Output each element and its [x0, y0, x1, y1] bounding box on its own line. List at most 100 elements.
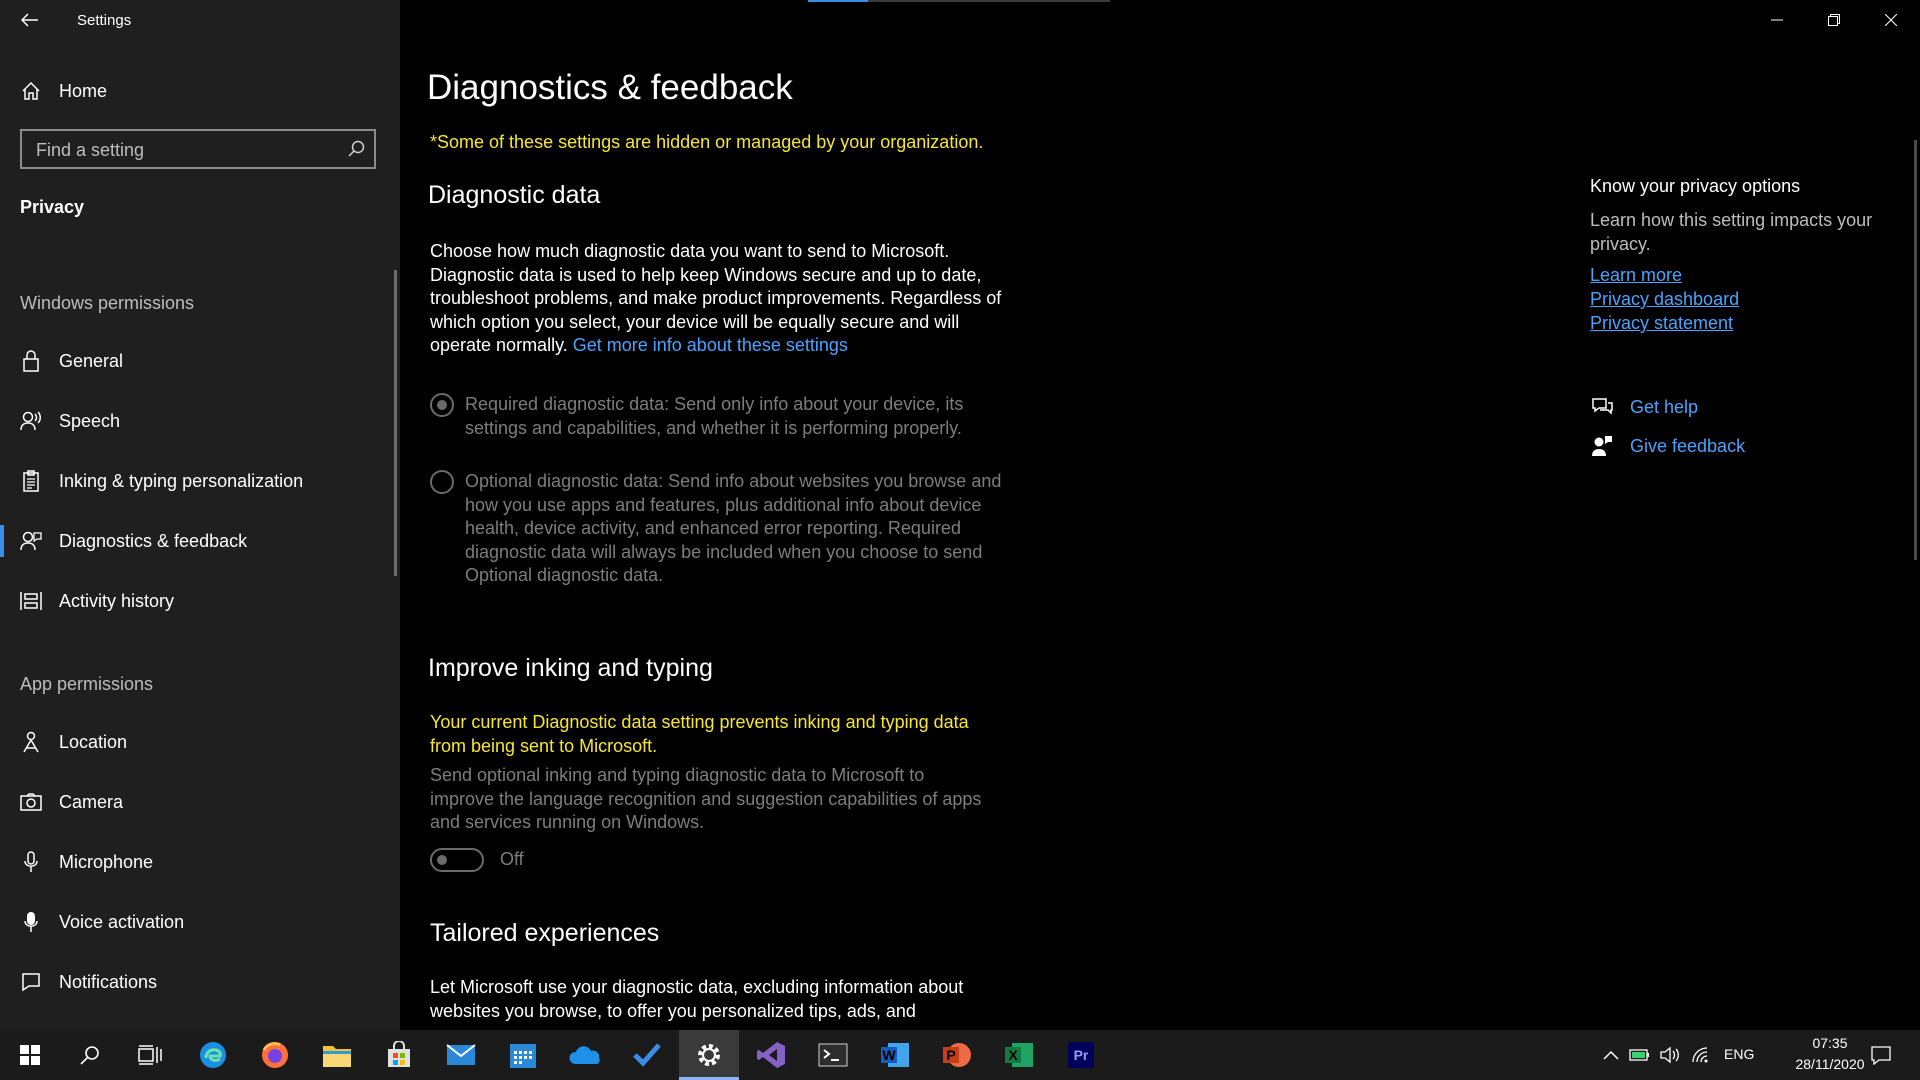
- nav-home[interactable]: Home: [0, 63, 400, 119]
- radio-required-label: Required diagnostic data: Send only info…: [465, 394, 964, 438]
- sidebar-item-microphone[interactable]: Microphone: [0, 834, 400, 890]
- input-language-indicator[interactable]: ENG: [1724, 1046, 1754, 1062]
- terminal-app[interactable]: [803, 1030, 863, 1080]
- sidebar-item-notifications[interactable]: Notifications: [0, 954, 400, 1010]
- settings-app[interactable]: [679, 1030, 739, 1080]
- action-center-button[interactable]: [1868, 1042, 1894, 1068]
- todo-app[interactable]: [617, 1030, 677, 1080]
- mail-app[interactable]: [431, 1030, 491, 1080]
- powerpoint-letter: P: [946, 1047, 955, 1063]
- search-input[interactable]: [34, 137, 338, 163]
- speech-icon: [19, 409, 43, 433]
- privacy-statement-link[interactable]: Privacy statement: [1590, 313, 1733, 334]
- calendar-icon: [510, 1044, 536, 1068]
- network-button[interactable]: [1688, 1042, 1714, 1068]
- sidebar-item-inking-typing[interactable]: Inking & typing personalization: [0, 453, 400, 509]
- firefox-icon: [262, 1042, 288, 1068]
- sidebar-item-label: Camera: [59, 791, 124, 812]
- privacy-dashboard-link[interactable]: Privacy dashboard: [1590, 289, 1739, 310]
- camera-icon: [19, 790, 43, 814]
- page-title: Diagnostics & feedback: [427, 68, 793, 107]
- privacy-options-title: Know your privacy options: [1590, 176, 1801, 196]
- sidebar: Settings Home Privacy Windows permission…: [0, 0, 400, 1030]
- get-help-action[interactable]: Get help: [1590, 392, 1698, 422]
- firefox-app[interactable]: [245, 1030, 305, 1080]
- sidebar-item-diagnostics[interactable]: Diagnostics & feedback: [0, 513, 400, 569]
- powerpoint-icon: P: [943, 1043, 971, 1067]
- word-app[interactable]: W: [865, 1030, 925, 1080]
- onedrive-cloud-icon: [569, 1046, 600, 1064]
- sidebar-item-general[interactable]: General: [0, 333, 400, 389]
- inking-toggle-state: Off: [500, 849, 524, 869]
- privacy-options-description: Learn how this setting impacts your priv…: [1590, 210, 1873, 254]
- radio-optional-diagnostic-data[interactable]: [430, 470, 454, 494]
- restore-button[interactable]: [1805, 0, 1862, 40]
- inking-warning: Your current Diagnostic data setting pre…: [430, 712, 969, 756]
- more-info-link[interactable]: Get more info about these settings: [573, 335, 848, 355]
- search-icon[interactable]: [346, 139, 366, 159]
- battery-button[interactable]: [1627, 1042, 1653, 1068]
- checkmark-icon: [633, 1043, 661, 1067]
- speaker-icon: [1660, 1046, 1679, 1064]
- calendar-app[interactable]: [493, 1030, 553, 1080]
- search-box[interactable]: [20, 129, 376, 169]
- sidebar-item-label: Activity history: [59, 590, 175, 611]
- sidebar-item-label: Microphone: [59, 851, 154, 872]
- back-button[interactable]: [10, 2, 50, 38]
- powerpoint-app[interactable]: P: [927, 1030, 987, 1080]
- word-letter: W: [882, 1047, 896, 1063]
- tailored-experiences-description: Let Microsoft use your diagnostic data, …: [430, 977, 964, 1021]
- learn-more-link[interactable]: Learn more: [1590, 265, 1682, 286]
- search-button[interactable]: [60, 1030, 120, 1080]
- sidebar-item-voice-activation[interactable]: Voice activation: [0, 894, 400, 950]
- taskbar: W P X Pr ENG 07:35 28/11/2020: [0, 1030, 1920, 1080]
- inking-toggle[interactable]: [430, 848, 484, 872]
- get-help-icon: [1590, 395, 1614, 419]
- battery-icon: [1629, 1049, 1649, 1061]
- sidebar-item-label: Diagnostics & feedback: [59, 530, 248, 551]
- microphone-icon: [19, 850, 43, 874]
- volume-button[interactable]: [1657, 1042, 1683, 1068]
- windows-logo-icon: [20, 1045, 40, 1065]
- minimize-icon: [1770, 19, 1783, 21]
- sidebar-item-activity-history[interactable]: Activity history: [0, 573, 400, 629]
- restore-icon: [1827, 14, 1840, 26]
- sidebar-item-label: Inking & typing personalization: [59, 470, 304, 491]
- store-app[interactable]: [369, 1030, 429, 1080]
- home-icon: [19, 79, 43, 103]
- main-content: Diagnostics & feedback *Some of these se…: [400, 0, 1920, 1030]
- clock-time[interactable]: 07:35: [1780, 1035, 1880, 1051]
- clock-date[interactable]: 28/11/2020: [1780, 1056, 1880, 1072]
- start-button[interactable]: [0, 1030, 60, 1080]
- edge-icon: [200, 1042, 226, 1068]
- show-hidden-icons-button[interactable]: [1598, 1042, 1624, 1068]
- location-icon: [19, 730, 43, 754]
- sidebar-item-location[interactable]: Location: [0, 714, 400, 770]
- radio-required-diagnostic-data[interactable]: [430, 393, 454, 417]
- task-view-button[interactable]: [120, 1030, 180, 1080]
- excel-icon: X: [1005, 1043, 1033, 1067]
- excel-app[interactable]: X: [989, 1030, 1049, 1080]
- sidebar-scrollbar[interactable]: [394, 270, 397, 576]
- edge-app[interactable]: [183, 1030, 243, 1080]
- close-button[interactable]: [1862, 0, 1919, 40]
- sidebar-item-label: Notifications: [59, 971, 158, 992]
- mail-icon: [446, 1044, 476, 1065]
- action-center-icon: [1871, 1046, 1891, 1065]
- onedrive-app[interactable]: [555, 1030, 615, 1080]
- sidebar-item-speech[interactable]: Speech: [0, 393, 400, 449]
- clipboard-icon: [19, 469, 43, 493]
- notifications-icon: [19, 970, 43, 994]
- main-scrollbar[interactable]: [1914, 140, 1917, 560]
- give-feedback-action[interactable]: Give feedback: [1590, 431, 1745, 461]
- inking-description: Send optional inking and typing diagnost…: [430, 765, 982, 832]
- premiere-app[interactable]: Pr: [1051, 1030, 1111, 1080]
- minimize-button[interactable]: [1748, 0, 1805, 40]
- file-explorer-app[interactable]: [307, 1030, 367, 1080]
- terminal-icon: [818, 1043, 848, 1067]
- sidebar-item-label: Voice activation: [59, 911, 185, 932]
- visual-studio-app[interactable]: [741, 1030, 801, 1080]
- sidebar-item-camera[interactable]: Camera: [0, 774, 400, 830]
- managed-by-organization-note: *Some of these settings are hidden or ma…: [430, 132, 984, 152]
- premiere-letter: Pr: [1074, 1047, 1089, 1063]
